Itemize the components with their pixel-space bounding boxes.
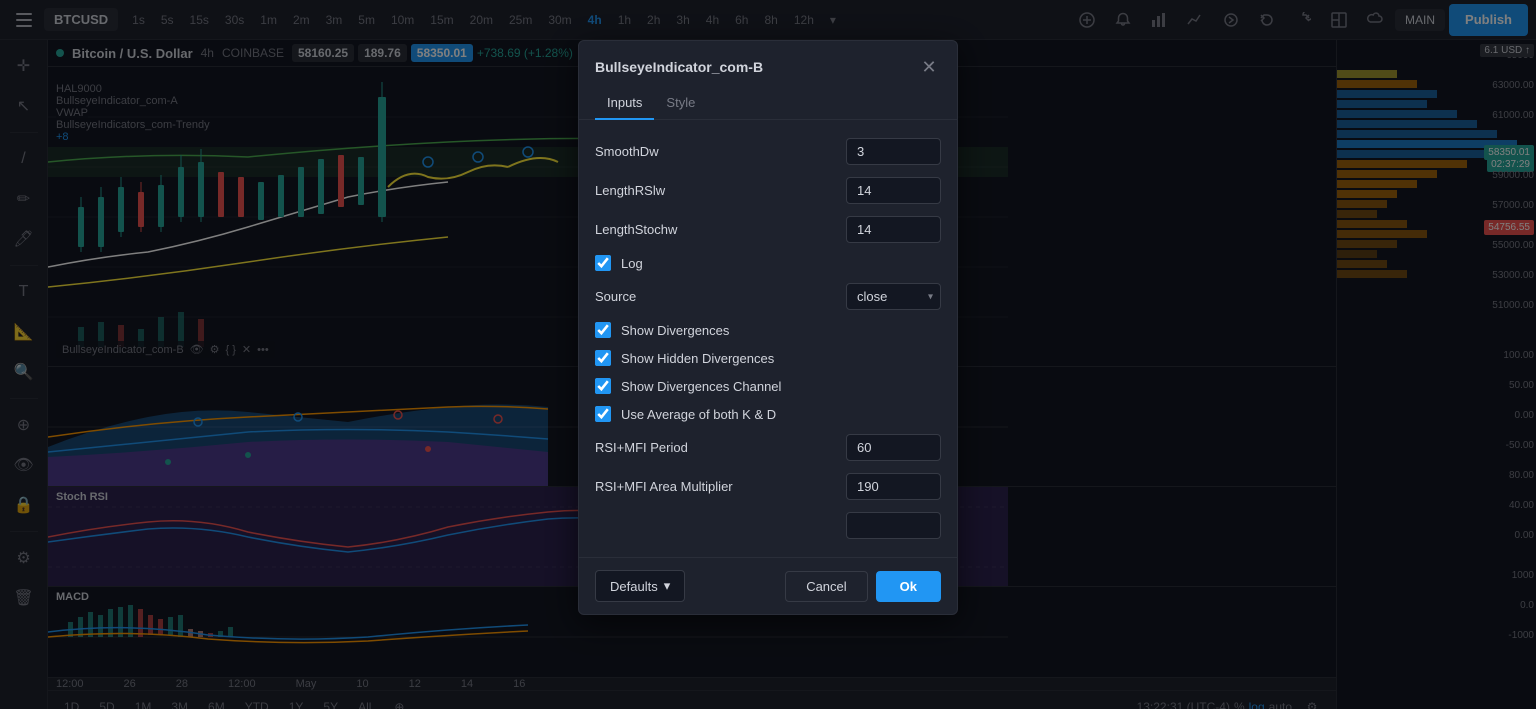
- truncated-input[interactable]: [846, 512, 941, 539]
- use-average-kd-checkbox[interactable]: [595, 406, 611, 422]
- param-row-lengthstochw: LengthStochw: [595, 210, 941, 249]
- cancel-button[interactable]: Cancel: [785, 571, 867, 602]
- show-hidden-divergences-checkbox[interactable]: [595, 350, 611, 366]
- show-divergences-channel-checkbox[interactable]: [595, 378, 611, 394]
- indicator-settings-modal: BullseyeIndicator_com-B ✕ Inputs Style S…: [578, 40, 958, 615]
- show-divergences-checkbox[interactable]: [595, 322, 611, 338]
- modal-footer: Defaults ▾ Cancel Ok: [579, 557, 957, 614]
- param-row-rsi-mfi-area-mult: RSI+MFI Area Multiplier: [595, 467, 941, 506]
- tab-inputs[interactable]: Inputs: [595, 87, 654, 120]
- modal-tabs: Inputs Style: [579, 87, 957, 120]
- param-row-lengthrslw: LengthRSlw: [595, 171, 941, 210]
- show-divergences-label[interactable]: Show Divergences: [621, 323, 729, 338]
- param-row-smoothdw: SmoothDw: [595, 132, 941, 171]
- length-rslw-label: LengthRSlw: [595, 183, 665, 198]
- modal-overlay[interactable]: BullseyeIndicator_com-B ✕ Inputs Style S…: [0, 0, 1536, 709]
- rsi-mfi-period-label: RSI+MFI Period: [595, 440, 688, 455]
- length-stochw-input[interactable]: [846, 216, 941, 243]
- defaults-chevron-icon: ▾: [664, 578, 671, 594]
- use-average-kd-label[interactable]: Use Average of both K & D: [621, 407, 776, 422]
- modal-body: SmoothDw LengthRSlw LengthStochw Log Sou…: [579, 120, 957, 557]
- smooth-dw-input[interactable]: [846, 138, 941, 165]
- defaults-label: Defaults: [610, 579, 658, 594]
- smooth-dw-label: SmoothDw: [595, 144, 659, 159]
- checkbox-row-log: Log: [595, 249, 941, 277]
- ok-button[interactable]: Ok: [876, 571, 941, 602]
- param-row-source: Source open high low close hl2 hlc3 ohlc…: [595, 277, 941, 316]
- checkbox-row-use-average-kd: Use Average of both K & D: [595, 400, 941, 428]
- checkbox-row-show-hidden-divergences: Show Hidden Divergences: [595, 344, 941, 372]
- modal-close-button[interactable]: ✕: [917, 55, 941, 79]
- footer-right-buttons: Cancel Ok: [785, 571, 941, 602]
- source-select[interactable]: open high low close hl2 hlc3 ohlc4: [846, 283, 941, 310]
- source-label: Source: [595, 289, 636, 304]
- checkbox-row-show-divergences: Show Divergences: [595, 316, 941, 344]
- rsi-mfi-period-input[interactable]: [846, 434, 941, 461]
- defaults-button[interactable]: Defaults ▾: [595, 570, 685, 602]
- source-select-wrapper: open high low close hl2 hlc3 ohlc4 ▾: [846, 283, 941, 310]
- modal-header: BullseyeIndicator_com-B ✕: [579, 41, 957, 79]
- rsi-mfi-area-mult-label: RSI+MFI Area Multiplier: [595, 479, 733, 494]
- show-hidden-divergences-label[interactable]: Show Hidden Divergences: [621, 351, 774, 366]
- rsi-mfi-area-mult-input[interactable]: [846, 473, 941, 500]
- param-row-rsi-mfi-period: RSI+MFI Period: [595, 428, 941, 467]
- checkbox-row-show-divergences-channel: Show Divergences Channel: [595, 372, 941, 400]
- show-divergences-channel-label[interactable]: Show Divergences Channel: [621, 379, 781, 394]
- log-checkbox[interactable]: [595, 255, 611, 271]
- length-stochw-label: LengthStochw: [595, 222, 677, 237]
- modal-title: BullseyeIndicator_com-B: [595, 59, 763, 75]
- length-rslw-input[interactable]: [846, 177, 941, 204]
- log-checkbox-label[interactable]: Log: [621, 256, 643, 271]
- param-row-truncated: [595, 506, 941, 545]
- tab-style[interactable]: Style: [654, 87, 707, 120]
